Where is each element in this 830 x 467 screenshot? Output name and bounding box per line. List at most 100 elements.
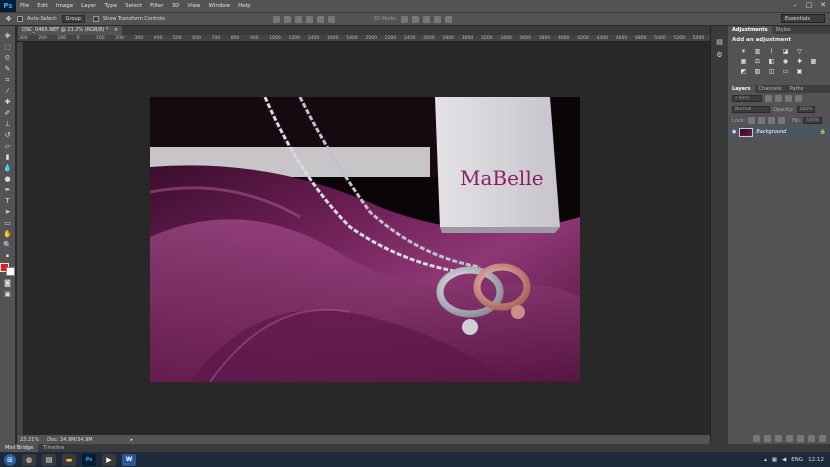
fill-input[interactable]: 100%: [803, 117, 823, 124]
zoom-tool-icon[interactable]: 🔍: [3, 241, 12, 250]
close-document-icon[interactable]: ×: [114, 27, 118, 33]
tab-styles[interactable]: Styles: [772, 26, 795, 34]
add-mask-icon[interactable]: [775, 435, 782, 442]
quick-select-tool-icon[interactable]: ✎: [3, 65, 12, 74]
tab-timeline[interactable]: Timeline: [38, 444, 69, 452]
posterize-icon[interactable]: ▨: [754, 68, 762, 75]
lock-position-icon[interactable]: [768, 117, 776, 124]
visibility-eye-icon[interactable]: ◉: [732, 129, 736, 135]
auto-select-dropdown[interactable]: Group: [61, 15, 85, 23]
screen-mode-icon[interactable]: ▣: [3, 290, 12, 299]
opacity-input[interactable]: 100%: [796, 106, 816, 113]
properties-panel-icon[interactable]: ⚙: [715, 51, 724, 60]
brightness-icon[interactable]: ☀: [740, 48, 748, 55]
volume-icon[interactable]: ◀: [782, 457, 786, 463]
show-transform-checkbox[interactable]: [92, 16, 99, 22]
file-manager-taskbar-icon[interactable]: ▤: [42, 453, 56, 466]
start-button-icon[interactable]: ⊞: [4, 453, 16, 466]
link-layers-icon[interactable]: [753, 435, 760, 442]
filter-pixel-icon[interactable]: [765, 95, 772, 102]
language-indicator[interactable]: ENG: [791, 457, 803, 463]
pen-tool-icon[interactable]: ✒: [3, 186, 12, 195]
history-panel-icon[interactable]: ▤: [715, 38, 724, 47]
eraser-tool-icon[interactable]: ▱: [3, 142, 12, 151]
tab-mini-bridge[interactable]: Mini Bridge: [0, 444, 39, 452]
gradient-map-icon[interactable]: ▭: [782, 68, 790, 75]
maximize-button[interactable]: □: [804, 1, 814, 10]
dodge-tool-icon[interactable]: ●: [3, 175, 12, 184]
brush-tool-icon[interactable]: ✐: [3, 109, 12, 118]
move-tool-preset-icon[interactable]: ✥: [4, 15, 13, 24]
tab-paths[interactable]: Paths: [786, 85, 808, 93]
zoom-level[interactable]: 23.21%: [20, 437, 39, 443]
blur-tool-icon[interactable]: 💧: [3, 164, 12, 173]
blend-mode-dropdown[interactable]: Normal: [732, 106, 770, 113]
lock-transparent-icon[interactable]: [748, 117, 756, 124]
media-taskbar-icon[interactable]: ▶: [102, 453, 116, 466]
align-middle-icon[interactable]: [284, 15, 292, 23]
clock[interactable]: 12:12: [808, 457, 824, 463]
gradient-tool-icon[interactable]: ▮: [3, 153, 12, 162]
threshold-icon[interactable]: ◫: [768, 68, 776, 75]
channel-mixer-icon[interactable]: ✚: [796, 58, 804, 65]
network-icon[interactable]: ▦: [772, 457, 777, 463]
menu-type[interactable]: Type: [100, 3, 121, 9]
quick-mask-icon[interactable]: ◙: [3, 279, 12, 288]
document-image[interactable]: MaBelle: [150, 97, 580, 382]
filter-shape-icon[interactable]: [795, 95, 802, 102]
color-lookup-icon[interactable]: ▩: [810, 58, 818, 65]
kind-filter-dropdown[interactable]: ⌕ Kind: [732, 95, 762, 102]
type-tool-icon[interactable]: T: [3, 197, 12, 206]
scale-3d-icon[interactable]: [445, 15, 453, 23]
roll-3d-icon[interactable]: [412, 15, 420, 23]
filter-type-icon[interactable]: [785, 95, 792, 102]
new-adjustment-icon[interactable]: [786, 435, 793, 442]
background-color-swatch[interactable]: [6, 267, 15, 276]
rotate-3d-icon[interactable]: [401, 15, 409, 23]
align-left-icon[interactable]: [306, 15, 314, 23]
menu-view[interactable]: View: [183, 3, 204, 9]
photoshop-taskbar-icon[interactable]: Ps: [82, 453, 96, 466]
delete-layer-icon[interactable]: [819, 435, 826, 442]
path-select-tool-icon[interactable]: ➤: [3, 208, 12, 217]
align-bottom-icon[interactable]: [295, 15, 303, 23]
history-brush-tool-icon[interactable]: ↺: [3, 131, 12, 140]
slide-3d-icon[interactable]: [434, 15, 442, 23]
color-balance-icon[interactable]: ⚖: [754, 58, 762, 65]
menu-file[interactable]: File: [16, 3, 33, 9]
align-center-icon[interactable]: [317, 15, 325, 23]
align-top-icon[interactable]: [273, 15, 281, 23]
curves-icon[interactable]: ⌇: [768, 48, 776, 55]
document-tab[interactable]: DSC_0465.NEF @ 23.2% (RGB/8) * ×: [18, 26, 123, 35]
lock-pixels-icon[interactable]: [758, 117, 766, 124]
marquee-tool-icon[interactable]: ⬚: [3, 43, 12, 52]
close-window-button[interactable]: ✕: [818, 1, 828, 10]
tab-layers[interactable]: Layers: [728, 85, 755, 93]
tab-adjustments[interactable]: Adjustments: [728, 26, 772, 34]
shape-tool-icon[interactable]: ▭: [3, 219, 12, 228]
folder-taskbar-icon[interactable]: ▬: [62, 453, 76, 466]
default-colors-icon[interactable]: ▪: [3, 252, 12, 261]
photo-filter-icon[interactable]: ◉: [782, 58, 790, 65]
menu-window[interactable]: Window: [204, 3, 234, 9]
word-taskbar-icon[interactable]: W: [122, 453, 136, 466]
exposure-icon[interactable]: ◪: [782, 48, 790, 55]
minimize-button[interactable]: –: [790, 1, 800, 10]
menu-image[interactable]: Image: [52, 3, 77, 9]
clone-stamp-tool-icon[interactable]: ⊥: [3, 120, 12, 129]
move-tool-icon[interactable]: ✥: [3, 32, 12, 41]
layer-row[interactable]: ◉ Background 🔒: [728, 126, 830, 138]
hue-icon[interactable]: ▦: [740, 58, 748, 65]
menu-help[interactable]: Help: [234, 3, 255, 9]
align-right-icon[interactable]: [328, 15, 336, 23]
lasso-tool-icon[interactable]: ᘓ: [3, 54, 12, 63]
color-swatches[interactable]: [0, 263, 15, 277]
new-group-icon[interactable]: [797, 435, 804, 442]
selective-color-icon[interactable]: ▣: [796, 68, 804, 75]
tray-arrow-icon[interactable]: ▴: [764, 457, 767, 463]
layer-style-icon[interactable]: [764, 435, 771, 442]
levels-icon[interactable]: ▥: [754, 48, 762, 55]
auto-select-checkbox[interactable]: [17, 16, 23, 22]
menu-select[interactable]: Select: [121, 3, 146, 9]
new-layer-icon[interactable]: [808, 435, 815, 442]
